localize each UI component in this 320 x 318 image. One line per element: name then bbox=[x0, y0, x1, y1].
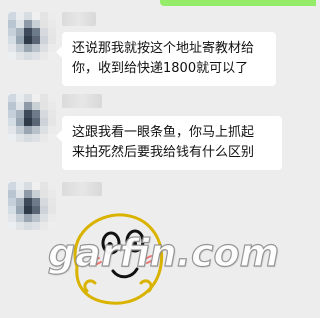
message-text-line: 来拍死然后要我给钱有什么区别 bbox=[72, 145, 255, 160]
left-hand bbox=[83, 279, 97, 293]
right-hand bbox=[139, 279, 153, 293]
contact-name-blurred bbox=[62, 182, 102, 196]
watermark: garfin.com bbox=[47, 230, 280, 275]
message-text-line: 这跟我看一眼条鱼，你马上抓起 bbox=[72, 125, 255, 140]
message-bubble[interactable]: 这跟我看一眼条鱼，你马上抓起 来拍死然后要我给钱有什么区别 bbox=[56, 116, 282, 170]
message-text-line: 你，收到给快递1800就可以了 bbox=[72, 61, 249, 76]
contact-avatar[interactable] bbox=[8, 12, 56, 60]
self-message-bubble-edge[interactable] bbox=[160, 0, 316, 6]
contact-name-blurred bbox=[62, 94, 102, 108]
contact-name-blurred bbox=[62, 12, 96, 26]
message-bubble[interactable]: 还说那我就按这个地址寄教材给 你，收到给快递1800就可以了 bbox=[56, 32, 276, 86]
contact-avatar[interactable] bbox=[8, 182, 56, 230]
message-text-line: 还说那我就按这个地址寄教材给 bbox=[72, 41, 255, 56]
contact-avatar[interactable] bbox=[8, 94, 56, 142]
